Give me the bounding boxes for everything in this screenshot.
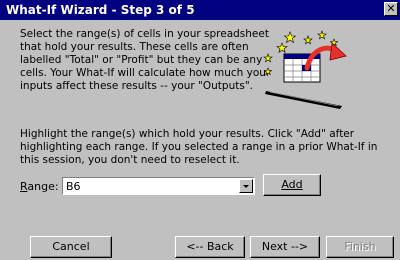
range-combobox[interactable]: B6 bbox=[62, 177, 255, 195]
back-button[interactable]: <-- Back bbox=[175, 236, 245, 258]
instruction-text: Highlight the range(s) which hold your r… bbox=[20, 128, 378, 166]
finish-button-label: Finish bbox=[344, 240, 376, 253]
cancel-button[interactable]: Cancel bbox=[30, 236, 112, 258]
add-button[interactable]: Add bbox=[263, 174, 321, 196]
cancel-button-label: Cancel bbox=[52, 240, 90, 253]
next-button-label: Next --> bbox=[261, 240, 309, 253]
spreadsheet-output-icon bbox=[263, 30, 347, 109]
window-title: What-If Wizard - Step 3 of 5 bbox=[6, 3, 195, 17]
what-if-wizard-dialog: What-If Wizard - Step 3 of 5 ✕ Select th… bbox=[0, 0, 400, 260]
add-button-label: Add bbox=[281, 178, 303, 191]
pen-icon bbox=[265, 91, 342, 109]
close-button[interactable]: ✕ bbox=[384, 2, 398, 16]
intro-text: Select the range(s) of cells in your spr… bbox=[20, 28, 271, 92]
finish-button[interactable]: Finish bbox=[326, 236, 394, 258]
chevron-down-icon[interactable] bbox=[239, 179, 253, 193]
close-icon: ✕ bbox=[386, 2, 396, 15]
range-input[interactable]: B6 bbox=[66, 180, 81, 193]
back-button-label: <-- Back bbox=[186, 240, 234, 253]
range-label: Range: bbox=[20, 180, 59, 193]
title-bar[interactable]: What-If Wizard - Step 3 of 5 ✕ bbox=[0, 0, 400, 20]
range-label-rest: ange: bbox=[27, 180, 59, 193]
next-button[interactable]: Next --> bbox=[250, 236, 320, 258]
spreadsheet-icon bbox=[283, 53, 321, 83]
